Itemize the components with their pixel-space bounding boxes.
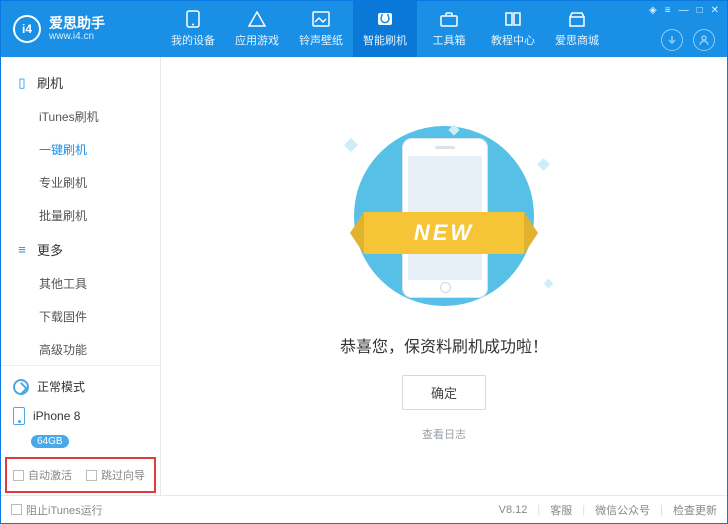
tab-flash[interactable]: 智能刷机 [353, 1, 417, 57]
app-name: 爱思助手 [49, 16, 105, 31]
checkbox-icon [86, 470, 97, 481]
highlight-box: 自动激活 跳过向导 [5, 457, 156, 493]
checkbox-icon [11, 504, 22, 515]
close-icon[interactable]: ✕ [711, 5, 719, 16]
group-title: 刷机 [37, 73, 63, 92]
tab-label: 工具箱 [433, 32, 466, 48]
version-label: V8.12 [499, 504, 528, 516]
skin-icon[interactable]: ◈ [649, 5, 657, 16]
sidebar-item-pro[interactable]: 专业刷机 [1, 166, 160, 199]
maximize-icon[interactable]: □ [697, 5, 703, 16]
device-panel: 正常模式 iPhone 8 64GB [1, 365, 160, 455]
group-title: 更多 [37, 240, 63, 259]
checkbox-label: 自动激活 [28, 467, 72, 483]
checkbox-label: 阻止iTunes运行 [26, 502, 103, 518]
auto-activate-checkbox[interactable]: 自动激活 [13, 467, 72, 483]
app-site: www.i4.cn [49, 31, 105, 43]
sidebar-item-adv[interactable]: 高级功能 [1, 333, 160, 365]
tab-label: 教程中心 [491, 32, 535, 48]
flash-icon [375, 10, 395, 28]
apps-icon [247, 10, 267, 28]
main-content: NEW 恭喜您，保资料刷机成功啦！ 确定 查看日志 [161, 57, 727, 495]
sidebar-item-itunes[interactable]: iTunes刷机 [1, 100, 160, 133]
device-name-row[interactable]: iPhone 8 [11, 401, 150, 431]
tab-label: 铃声壁纸 [299, 32, 343, 48]
more-icon: ≡ [15, 242, 29, 257]
tab-apps[interactable]: 应用游戏 [225, 1, 289, 57]
phone-icon [183, 10, 203, 28]
minimize-icon[interactable]: — [679, 5, 689, 16]
wallpaper-icon [311, 10, 331, 28]
check-update-link[interactable]: 检查更新 [673, 502, 717, 518]
store-icon [567, 10, 587, 28]
device-name: iPhone 8 [33, 409, 80, 423]
sidebar-item-oneclick[interactable]: 一键刷机 [1, 133, 160, 166]
app-logo: i4 爱思助手 www.i4.cn [1, 15, 161, 43]
sidebar-group-more[interactable]: ≡ 更多 [1, 232, 160, 267]
tab-label: 我的设备 [171, 32, 215, 48]
sidebar: ▯ 刷机 iTunes刷机 一键刷机 专业刷机 批量刷机 ≡ 更多 其他工具 下… [1, 57, 161, 495]
tab-tutorial[interactable]: 教程中心 [481, 1, 545, 57]
tab-tools[interactable]: 工具箱 [417, 1, 481, 57]
user-button[interactable] [693, 29, 715, 51]
phone-icon [13, 407, 25, 425]
success-message: 恭喜您，保资料刷机成功啦！ [340, 333, 548, 357]
block-itunes-checkbox[interactable]: 阻止iTunes运行 [11, 502, 103, 518]
success-illustration: NEW [334, 120, 554, 315]
skip-wizard-checkbox[interactable]: 跳过向导 [86, 467, 145, 483]
sidebar-item-batch[interactable]: 批量刷机 [1, 199, 160, 232]
app-header: i4 爱思助手 www.i4.cn 我的设备 应用游戏 铃声壁纸 智能刷机 [1, 1, 727, 57]
logo-icon: i4 [13, 15, 41, 43]
tab-ring[interactable]: 铃声壁纸 [289, 1, 353, 57]
toolbox-icon [439, 10, 459, 28]
support-link[interactable]: 客服 [550, 502, 572, 518]
sidebar-group-flash[interactable]: ▯ 刷机 [1, 65, 160, 100]
status-bar: 阻止iTunes运行 V8.12 | 客服 | 微信公众号 | 检查更新 [1, 495, 727, 523]
phone-icon: ▯ [15, 75, 29, 91]
download-button[interactable] [661, 29, 683, 51]
device-mode-label: 正常模式 [37, 378, 85, 395]
tab-store[interactable]: 爱思商城 [545, 1, 609, 57]
tab-label: 爱思商城 [555, 32, 599, 48]
view-log-link[interactable]: 查看日志 [422, 426, 466, 442]
sidebar-item-firmware[interactable]: 下载固件 [1, 300, 160, 333]
refresh-icon [13, 379, 29, 395]
menu-icon[interactable]: ≡ [665, 5, 671, 16]
storage-badge: 64GB [31, 435, 69, 448]
ribbon-text: NEW [364, 212, 524, 254]
wechat-link[interactable]: 微信公众号 [595, 502, 650, 518]
device-mode[interactable]: 正常模式 [11, 372, 150, 401]
tab-device[interactable]: 我的设备 [161, 1, 225, 57]
header-tabs: 我的设备 应用游戏 铃声壁纸 智能刷机 工具箱 教程中心 [161, 1, 609, 57]
sidebar-item-other[interactable]: 其他工具 [1, 267, 160, 300]
checkbox-label: 跳过向导 [101, 467, 145, 483]
window-controls: ◈ ≡ — □ ✕ [649, 5, 719, 16]
new-ribbon: NEW [334, 212, 554, 254]
ok-button[interactable]: 确定 [402, 375, 486, 410]
checkbox-icon [13, 470, 24, 481]
book-icon [503, 10, 523, 28]
tab-label: 应用游戏 [235, 32, 279, 48]
tab-label: 智能刷机 [363, 32, 407, 48]
